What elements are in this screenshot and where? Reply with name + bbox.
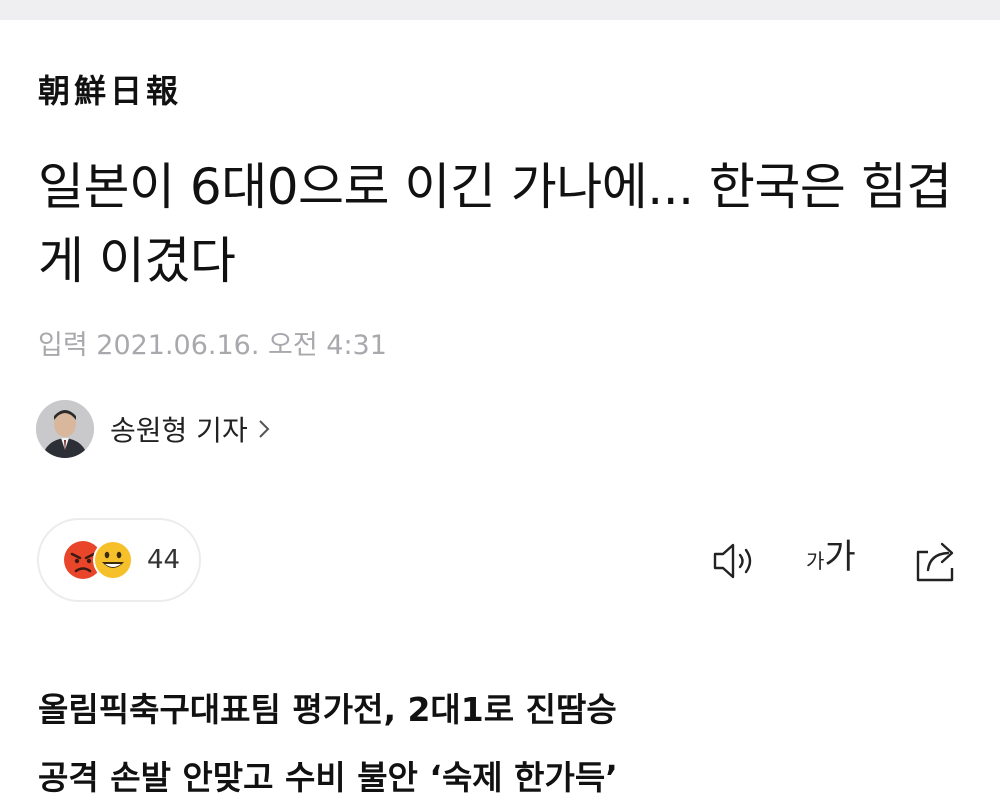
speaker-icon[interactable] xyxy=(712,538,758,584)
reporter-avatar xyxy=(36,400,94,458)
reporter-byline[interactable]: 송원형 기자 xyxy=(36,400,270,458)
reaction-count: 44 xyxy=(147,545,181,575)
article-subhead-1: 올림픽축구대표팀 평가전, 2대1로 진땀승 xyxy=(38,690,617,729)
article-headline: 일본이 6대0으로 이긴 가나에... 한국은 힘겹게 이겼다 xyxy=(38,158,952,290)
publish-date: 입력 2021.06.16. 오전 4:31 xyxy=(38,330,387,361)
reaction-button[interactable]: 44 xyxy=(37,518,201,602)
newspaper-logo[interactable]: 朝鮮日報 xyxy=(38,75,182,107)
top-bar xyxy=(0,0,1000,20)
chevron-right-icon xyxy=(258,420,270,438)
article-subhead-2: 공격 손발 안맞고 수비 불안 ‘숙제 한가득’ xyxy=(38,758,618,797)
reporter-name: 송원형 기자 xyxy=(110,414,248,447)
font-size-button[interactable]: 가가 xyxy=(806,540,856,574)
font-size-large-label: 가 xyxy=(824,537,856,577)
font-size-small-label: 가 xyxy=(806,549,825,573)
share-icon[interactable] xyxy=(914,538,960,584)
grinning-face-icon xyxy=(93,540,133,580)
reaction-emojis xyxy=(63,538,143,582)
